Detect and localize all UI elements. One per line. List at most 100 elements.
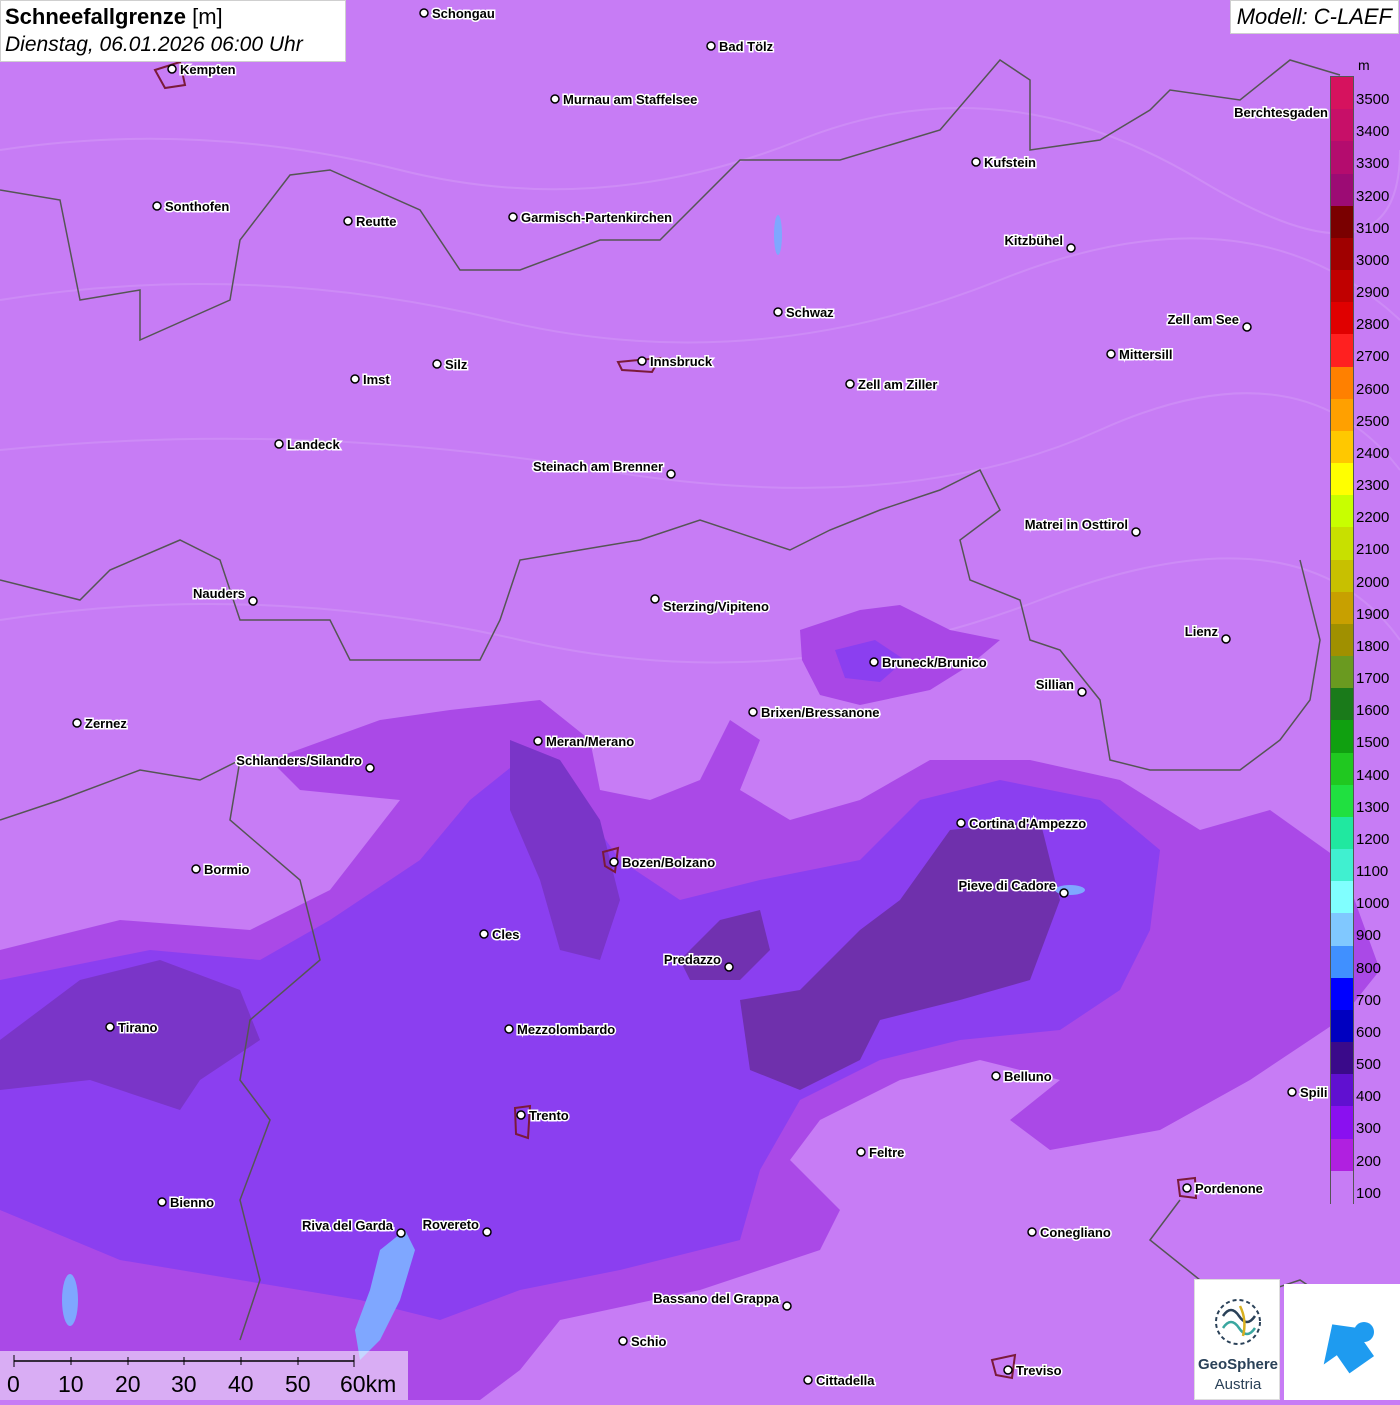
city-dot: [1077, 687, 1087, 697]
scale-bar: 0 10 20 30 40 50 60km: [0, 1351, 408, 1400]
city-label: Sillian: [1036, 677, 1074, 692]
legend-label: 3400: [1356, 123, 1390, 141]
map-title: Schneefallgrenze: [5, 4, 186, 29]
city-dot: [343, 216, 353, 226]
legend-swatch: [1331, 623, 1353, 657]
city-label: Sterzing/Vipiteno: [663, 599, 769, 614]
city-dot: [432, 359, 442, 369]
city-dot: [72, 718, 82, 728]
legend-label: 100: [1356, 1184, 1382, 1202]
city-dot: [782, 1301, 792, 1311]
legend-label: 2400: [1356, 444, 1390, 462]
city-label: Bruneck/Brunico: [882, 655, 987, 670]
color-legend: [1330, 76, 1354, 1204]
legend-swatch: [1331, 656, 1353, 690]
city-dot: [105, 1022, 115, 1032]
city-label: Zernez: [85, 716, 127, 731]
city-label: Spili: [1300, 1085, 1327, 1100]
city-label: Predazzo: [664, 952, 721, 967]
city-label: Landeck: [287, 437, 341, 452]
city-label: Cortina d'Ampezzo: [969, 816, 1086, 831]
scale-label-20: 20: [115, 1371, 141, 1397]
city-label: Lienz: [1185, 624, 1219, 639]
city-label: Kufstein: [984, 155, 1036, 170]
legend-label: 600: [1356, 1023, 1382, 1041]
legend-label: 2800: [1356, 316, 1390, 334]
city-dot: [550, 94, 560, 104]
legend-label: 2900: [1356, 284, 1390, 302]
city-marker: Bruneck/Brunico: [869, 654, 988, 672]
legend-swatch: [1331, 559, 1353, 593]
legend-label: 800: [1356, 959, 1382, 977]
city-dot: [516, 1110, 526, 1120]
legend-swatch: [1331, 688, 1353, 722]
city-label: Meran/Merano: [546, 734, 634, 749]
city-dot: [609, 857, 619, 867]
city-dot: [845, 379, 855, 389]
city-dot: [666, 469, 676, 479]
partner-logo[interactable]: [1284, 1284, 1400, 1400]
city-label: Zell am Ziller: [858, 377, 937, 392]
legend-swatch: [1331, 205, 1353, 239]
city-label: Silz: [445, 357, 468, 372]
city-label: Bienno: [170, 1195, 214, 1210]
city-dot: [482, 1227, 492, 1237]
legend-swatch: [1331, 495, 1353, 529]
legend-swatch: [1331, 1042, 1353, 1076]
cloud-arrow-icon: [1323, 1322, 1375, 1374]
city-dot: [803, 1375, 813, 1385]
legend-label: 2500: [1356, 412, 1390, 430]
legend-label: 1300: [1356, 798, 1390, 816]
legend-label: 1700: [1356, 670, 1390, 688]
city-label: Schlanders/Silandro: [236, 753, 362, 768]
legend-label: 2200: [1356, 509, 1390, 527]
city-dot: [1106, 349, 1116, 359]
legend-label: 2300: [1356, 477, 1390, 495]
legend-swatch: [1331, 141, 1353, 175]
legend-swatch: [1331, 1170, 1353, 1204]
legend-label: 200: [1356, 1152, 1382, 1170]
city-dot: [1242, 322, 1252, 332]
city-label: Cles: [492, 927, 519, 942]
legend-swatch: [1331, 430, 1353, 464]
legend-swatch: [1331, 77, 1353, 110]
city-label: Murnau am Staffelsee: [563, 92, 697, 107]
city-label: Nauders: [193, 586, 245, 601]
city-label: Feltre: [869, 1145, 904, 1160]
legend-swatch: [1331, 752, 1353, 786]
city-dot: [167, 64, 177, 74]
city-dot: [706, 41, 716, 51]
city-label: Brixen/Bressanone: [761, 705, 880, 720]
city-label: Bozen/Bolzano: [622, 855, 715, 870]
legend-swatch: [1331, 1138, 1353, 1172]
legend-label: 2700: [1356, 348, 1390, 366]
snowfall-line-map: Schongau Bad Tölz Kempten Murnau am Staffel…: [0, 0, 1400, 1400]
city-label: Steinach am Brenner: [533, 459, 663, 474]
city-label: Pieve di Cadore: [958, 878, 1056, 893]
scale-label-50: 50: [285, 1371, 311, 1397]
city-dot: [637, 356, 647, 366]
city-label: Cittadella: [816, 1373, 875, 1388]
city-dot: [991, 1071, 1001, 1081]
model-label: Modell: C-LAEF: [1229, 0, 1399, 34]
city-dot: [1003, 1365, 1013, 1375]
city-label: Sonthofen: [165, 199, 229, 214]
legend-swatch: [1331, 720, 1353, 754]
city-dot: [724, 962, 734, 972]
city-dot: [365, 763, 375, 773]
city-label: Bormio: [204, 862, 250, 877]
city-marker: Garmisch-Partenkirchen: [508, 209, 674, 227]
city-dot: [533, 736, 543, 746]
geosphere-logo[interactable]: GeoSphere Austria: [1194, 1279, 1280, 1400]
city-label: Tirano: [118, 1020, 158, 1035]
city-dot: [1287, 1087, 1297, 1097]
legend-label: 2000: [1356, 573, 1390, 591]
title-box: Schneefallgrenze [m] Dienstag, 06.01.202…: [0, 0, 346, 62]
legend-label: 3000: [1356, 251, 1390, 269]
legend-swatch: [1331, 463, 1353, 497]
city-marker: Zell am Ziller: [845, 376, 939, 394]
legend-label: 3500: [1356, 91, 1390, 108]
legend-label: 3300: [1356, 155, 1390, 173]
city-dot: [1066, 243, 1076, 253]
city-marker: Brixen/Bressanone: [748, 704, 881, 722]
